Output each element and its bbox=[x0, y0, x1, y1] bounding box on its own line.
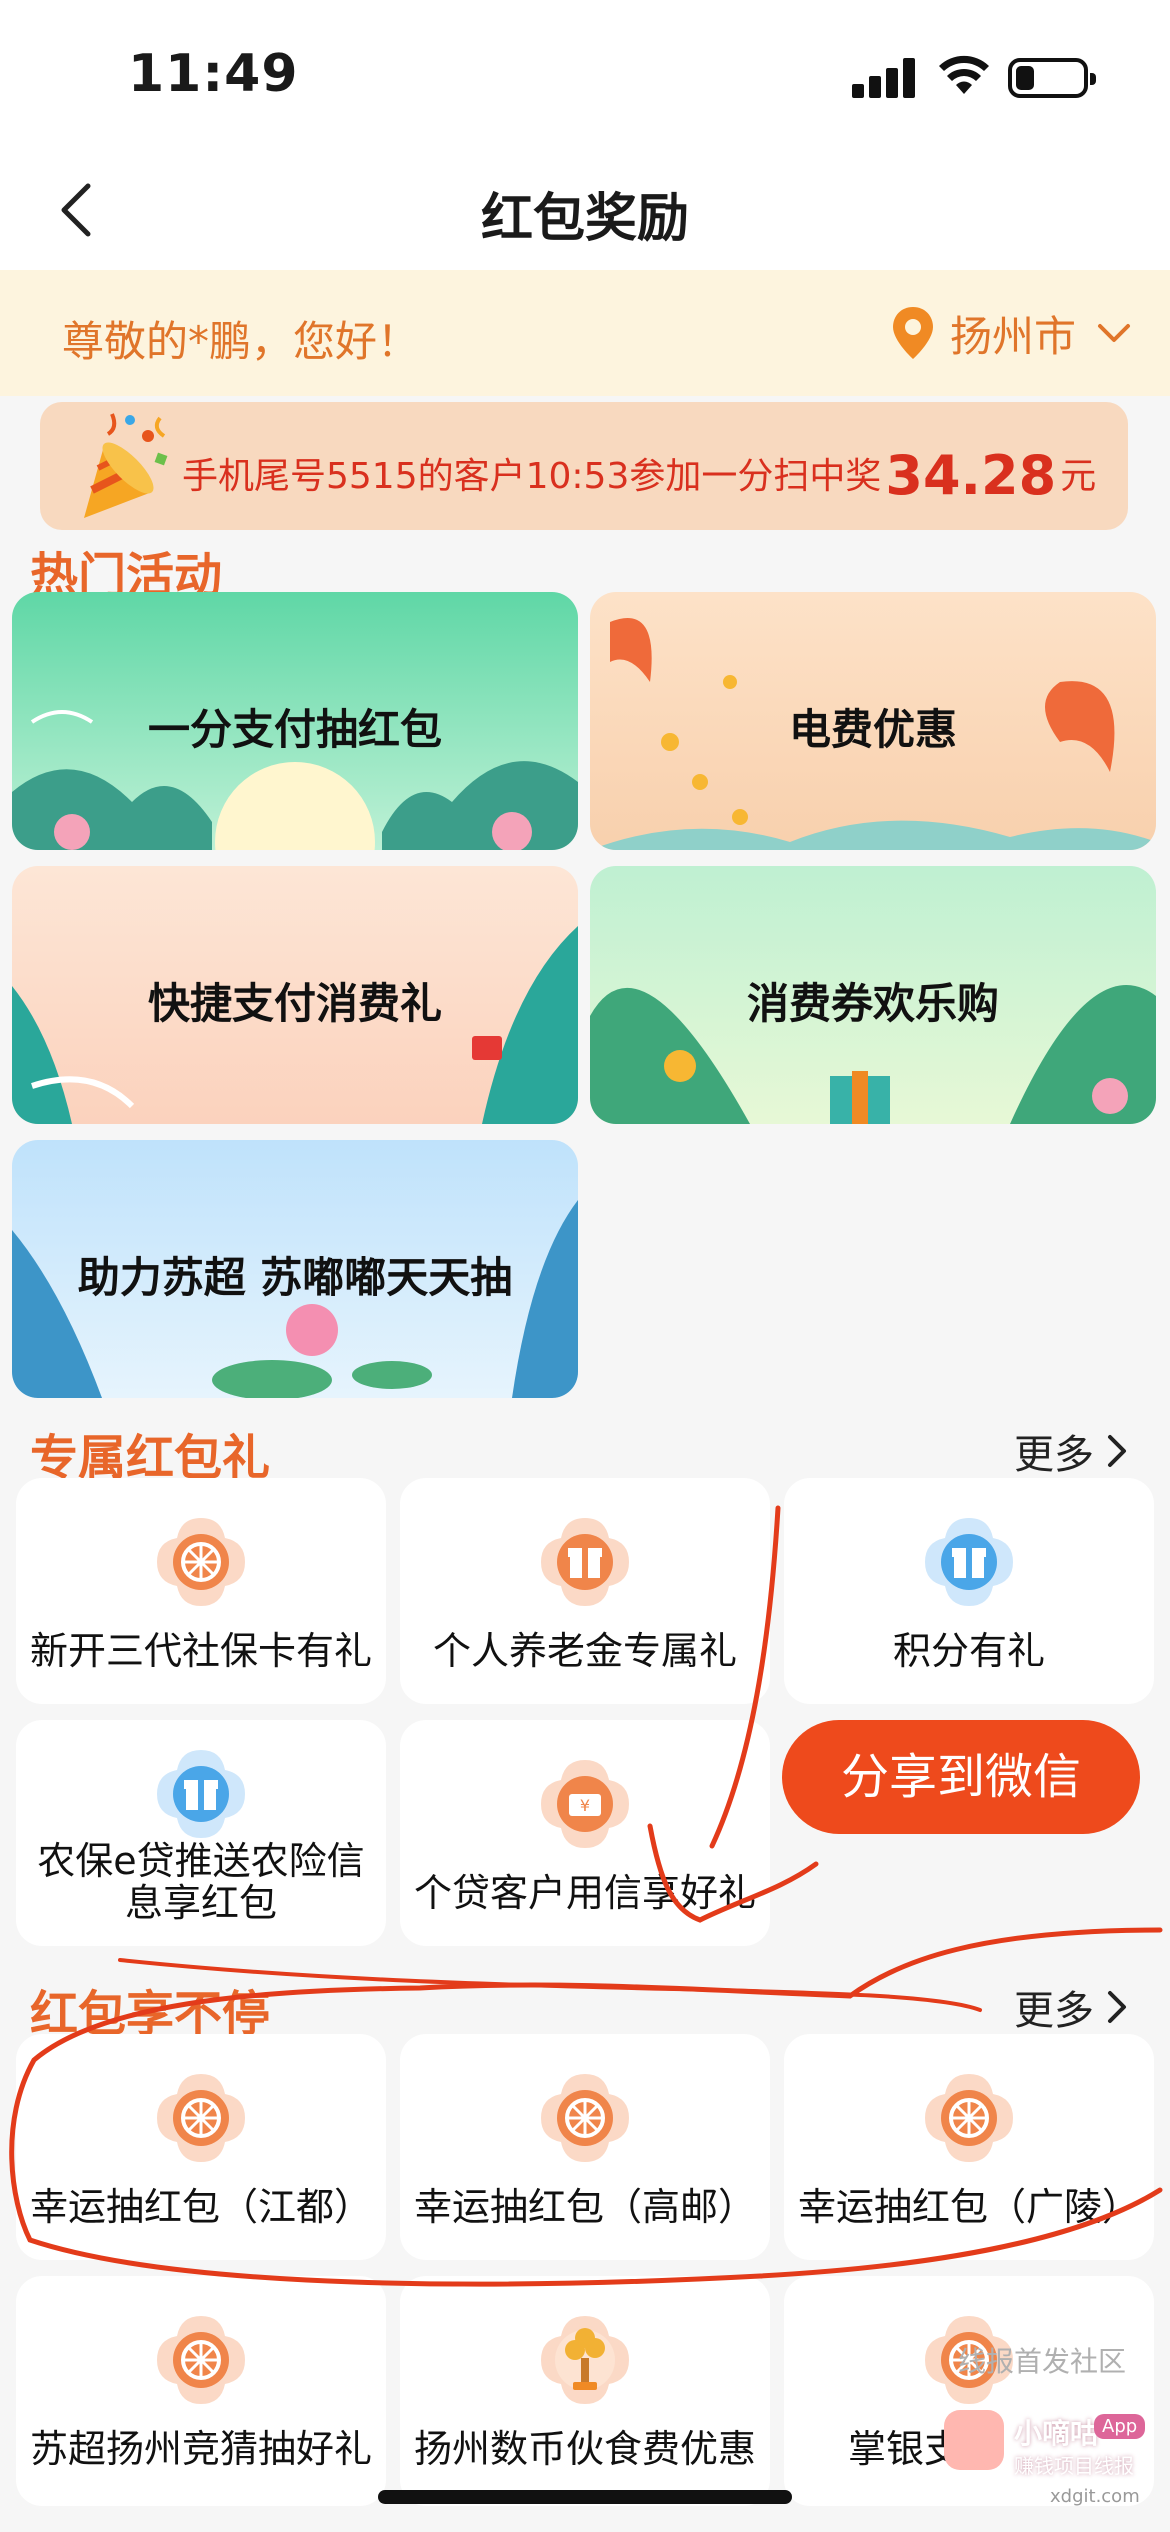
nav-bar: 红包奖励 bbox=[0, 150, 1170, 270]
more-link-nonstop[interactable]: 更多 bbox=[1014, 1978, 1130, 2036]
city-selector[interactable]: 扬州市 bbox=[890, 298, 1134, 368]
tile-label: 幸运抽红包（广陵） bbox=[797, 2185, 1140, 2229]
battery-icon bbox=[1008, 58, 1096, 98]
wifi-icon bbox=[939, 55, 989, 94]
chevron-right-icon bbox=[1108, 1991, 1126, 2023]
gift-wheel-icon bbox=[925, 2074, 1013, 2162]
tile-lucky-gaoyou[interactable]: 幸运抽红包（高邮） bbox=[400, 2034, 770, 2260]
notice-unit: 元 bbox=[1060, 456, 1097, 497]
status-time: 11:49 bbox=[128, 44, 299, 104]
tile-label: 幸运抽红包（江都） bbox=[29, 2185, 372, 2229]
app-logo-icon bbox=[944, 2410, 1004, 2470]
hot-card-label: 消费券欢乐购 bbox=[746, 979, 999, 1028]
status-bar: 11:49 bbox=[0, 0, 1170, 150]
more-link-exclusive[interactable]: 更多 bbox=[1014, 1422, 1130, 1480]
hot-card-electricity[interactable]: 电费优惠 bbox=[590, 592, 1156, 850]
blue-gift-icon bbox=[925, 1518, 1013, 1606]
notice-message: 手机尾号5515的客户10:53参加一分扫中奖 bbox=[182, 456, 882, 497]
more-label: 更多 bbox=[1014, 1988, 1094, 2034]
tile-label: 积分有礼 bbox=[892, 1629, 1045, 1673]
location-pin-icon bbox=[892, 307, 933, 359]
page-title: 红包奖励 bbox=[480, 189, 689, 249]
hot-card-label: 电费优惠 bbox=[788, 705, 957, 754]
tile-lucky-guangling[interactable]: 幸运抽红包（广陵） bbox=[784, 2034, 1154, 2260]
greeting-bar: 尊敬的*鹏，您好！ 扬州市 bbox=[0, 270, 1170, 396]
blue-gift-icon bbox=[157, 1750, 245, 1838]
tile-lucky-jiangdu[interactable]: 幸运抽红包（江都） bbox=[16, 2034, 386, 2260]
notice-text: 手机尾号5515的客户10:53参加一分扫中奖34.28 元 bbox=[182, 438, 1097, 507]
hot-card-label: 快捷支付消费礼 bbox=[147, 979, 442, 1028]
chevron-right-icon bbox=[1108, 1435, 1126, 1467]
share-to-wechat-button[interactable]: 分享到微信 bbox=[782, 1720, 1140, 1834]
tile-agri-loan[interactable]: 农保e贷推送农险信息享红包 bbox=[16, 1720, 386, 1946]
coupon-icon: ¥ bbox=[541, 1760, 629, 1848]
watermark-app-tag: App bbox=[1094, 2414, 1146, 2439]
tile-social-card[interactable]: 新开三代社保卡有礼 bbox=[16, 1478, 386, 1704]
hot-card-coupon[interactable]: 消费券欢乐购 bbox=[590, 866, 1156, 1124]
notice-amount: 34.28 bbox=[885, 444, 1057, 507]
hot-card-label: 助力苏超 苏嘟嘟天天抽 bbox=[77, 1253, 513, 1302]
tile-label: 扬州数币伙食费优惠 bbox=[413, 2427, 756, 2471]
tile-label: 苏超扬州竞猜抽好礼 bbox=[29, 2427, 372, 2471]
money-tree-icon bbox=[541, 2316, 629, 2404]
winner-notice-banner[interactable]: 手机尾号5515的客户10:53参加一分扫中奖34.28 元 bbox=[40, 402, 1128, 530]
city-label: 扬州市 bbox=[949, 311, 1076, 361]
chevron-down-icon bbox=[1098, 324, 1130, 342]
hot-card-quick-pay[interactable]: 快捷支付消费礼 bbox=[12, 866, 578, 1124]
tile-pension[interactable]: 个人养老金专属礼 bbox=[400, 1478, 770, 1704]
gift-wheel-icon bbox=[541, 2074, 629, 2162]
tile-digital-currency[interactable]: 扬州数币伙食费优惠 bbox=[400, 2276, 770, 2506]
watermark-app-sub: 赚钱项目线报 bbox=[1014, 2454, 1134, 2478]
tile-label: 个人养老金专属礼 bbox=[432, 1629, 737, 1673]
party-popper-icon bbox=[84, 413, 168, 518]
hot-card-label: 一分支付抽红包 bbox=[147, 705, 442, 754]
more-label: 更多 bbox=[1014, 1432, 1094, 1478]
watermark-app-name: 小嘀咕 bbox=[1014, 2417, 1099, 2450]
svg-text:¥: ¥ bbox=[580, 1796, 590, 1815]
tile-su-super-guess[interactable]: 苏超扬州竞猜抽好礼 bbox=[16, 2276, 386, 2506]
app-watermark: 小嘀咕 App 赚钱项目线报 bbox=[944, 2410, 1154, 2482]
gift-wheel-icon bbox=[157, 2316, 245, 2404]
watermark-text: 线报首发社区 bbox=[958, 2345, 1127, 2378]
gift-wheel-icon bbox=[157, 2074, 245, 2162]
gift-wheel-icon bbox=[157, 1518, 245, 1606]
hot-card-penny-pay[interactable]: 一分支付抽红包 bbox=[12, 592, 578, 850]
greeting-text: 尊敬的*鹏，您好！ bbox=[62, 317, 420, 366]
home-indicator[interactable] bbox=[378, 2490, 792, 2504]
gift-box-icon bbox=[541, 1518, 629, 1606]
tile-label: 新开三代社保卡有礼 bbox=[29, 1629, 372, 1673]
hot-card-su-super[interactable]: 助力苏超 苏嘟嘟天天抽 bbox=[12, 1140, 578, 1398]
tile-label: 幸运抽红包（高邮） bbox=[413, 2185, 756, 2229]
tile-label: 农保e贷推送农险信息享红包 bbox=[37, 1839, 365, 1925]
watermark-site: xdgit.com bbox=[1050, 2486, 1140, 2507]
cellular-signal-icon bbox=[852, 58, 916, 98]
tile-points[interactable]: 积分有礼 bbox=[784, 1478, 1154, 1704]
tile-label: 个贷客户用信享好礼 bbox=[413, 1871, 756, 1915]
tile-personal-loan[interactable]: ¥ 个贷客户用信享好礼 bbox=[400, 1720, 770, 1946]
